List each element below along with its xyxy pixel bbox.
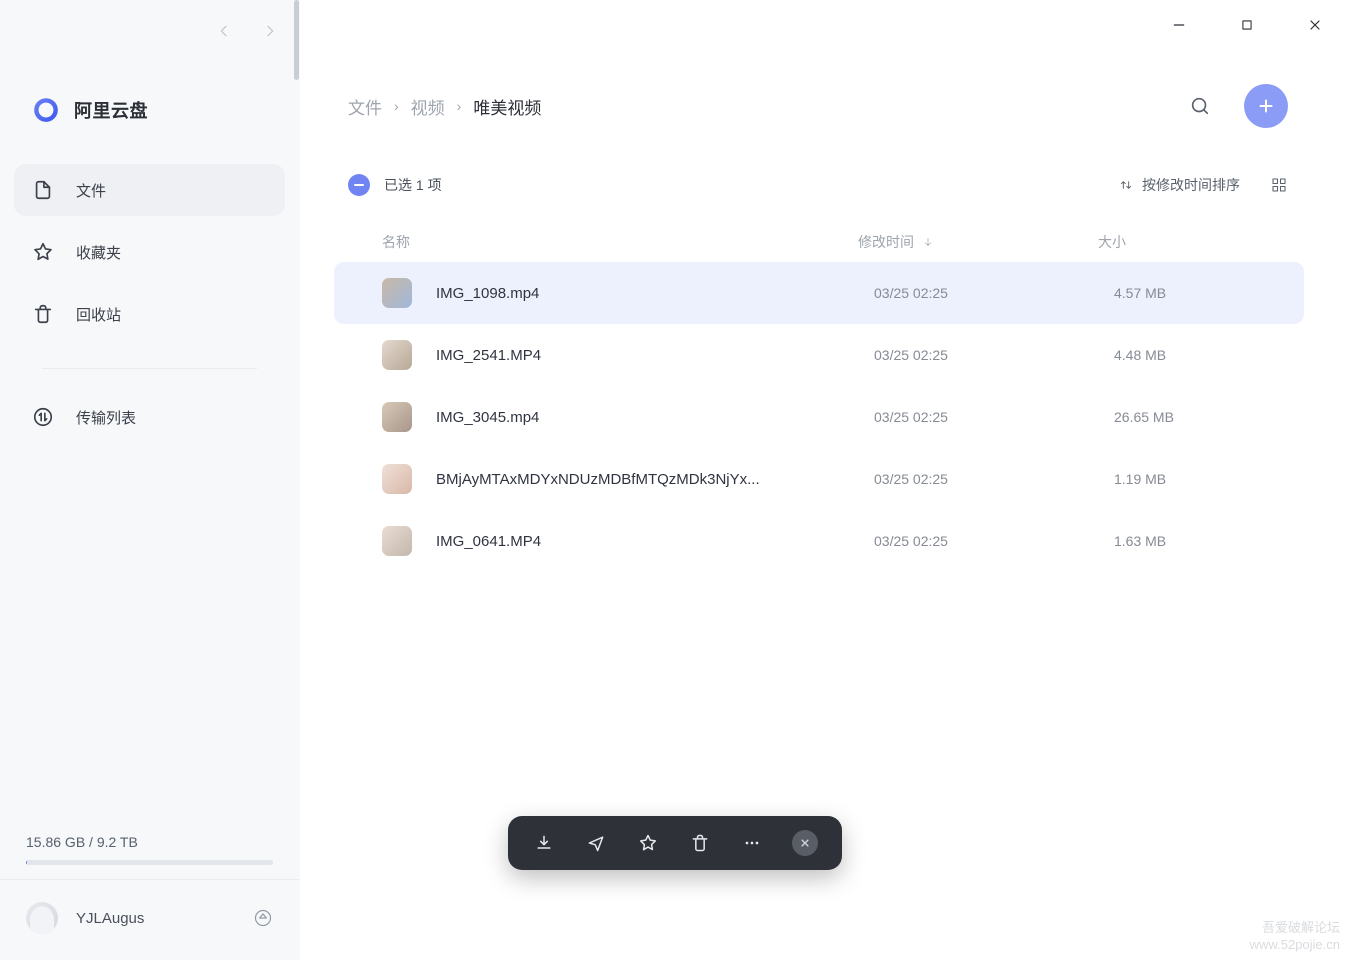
file-size: 4.57 MB xyxy=(1114,285,1304,301)
file-row[interactable]: BMjAyMTAxMDYxNDUzMDBfMTQzMDk3NjYx... 03/… xyxy=(334,448,1304,510)
add-button[interactable] xyxy=(1244,84,1288,128)
file-time: 03/25 02:25 xyxy=(874,285,1114,301)
header-row: 文件 › 视频 › 唯美视频 xyxy=(300,42,1350,128)
header-actions xyxy=(1188,84,1288,128)
file-name: IMG_2541.MP4 xyxy=(436,347,541,364)
list-controls: 按修改时间排序 xyxy=(1118,175,1288,195)
maximize-button[interactable] xyxy=(1238,16,1256,34)
transfer-icon xyxy=(32,406,54,428)
file-row[interactable]: IMG_3045.mp4 03/25 02:25 26.65 MB xyxy=(334,386,1304,448)
nav-forward-button[interactable] xyxy=(261,22,279,40)
avatar xyxy=(26,902,58,934)
breadcrumb-item[interactable]: 文件 xyxy=(348,94,382,119)
sidebar-menu: 文件 收藏夹 回收站 传输列表 xyxy=(0,164,299,443)
share-button[interactable] xyxy=(584,831,608,855)
file-thumbnail xyxy=(382,340,412,370)
sidebar-item-label: 收藏夹 xyxy=(76,242,121,263)
chevron-right-icon: › xyxy=(457,98,462,114)
sidebar-item-transfer[interactable]: 传输列表 xyxy=(14,391,285,443)
file-thumbnail xyxy=(382,278,412,308)
file-size: 1.19 MB xyxy=(1114,471,1304,487)
file-row[interactable]: IMG_0641.MP4 03/25 02:25 1.63 MB xyxy=(334,510,1304,572)
dismiss-button[interactable] xyxy=(792,830,818,856)
selection-text: 已选 1 项 xyxy=(384,175,442,195)
file-time: 03/25 02:25 xyxy=(874,533,1114,549)
download-button[interactable] xyxy=(532,831,556,855)
close-button[interactable] xyxy=(1306,16,1324,34)
sidebar-item-favorites[interactable]: 收藏夹 xyxy=(14,226,285,278)
file-size: 26.65 MB xyxy=(1114,409,1304,425)
user-row[interactable]: YJLAugus xyxy=(0,880,299,960)
sidebar-item-trash[interactable]: 回收站 xyxy=(14,288,285,340)
chevron-right-icon: › xyxy=(394,98,399,114)
window-controls xyxy=(300,0,1350,42)
sidebar-scrollbar[interactable] xyxy=(294,0,299,80)
storage-text: 15.86 GB / 9.2 TB xyxy=(26,834,273,850)
breadcrumb-current: 唯美视频 xyxy=(473,94,541,119)
sort-icon xyxy=(1118,177,1134,193)
nav-arrows xyxy=(215,22,299,40)
star-icon xyxy=(32,241,54,263)
file-row[interactable]: IMG_1098.mp4 03/25 02:25 4.57 MB xyxy=(334,262,1304,324)
file-time: 03/25 02:25 xyxy=(874,347,1114,363)
column-headers: 名称 修改时间 大小 xyxy=(300,196,1350,262)
breadcrumb: 文件 › 视频 › 唯美视频 xyxy=(348,94,541,119)
sidebar: 阿里云盘 文件 收藏夹 回收站 传输列表 xyxy=(0,0,300,960)
app-name: 阿里云盘 xyxy=(74,97,148,123)
file-size: 4.48 MB xyxy=(1114,347,1304,363)
file-time: 03/25 02:25 xyxy=(874,471,1114,487)
view-toggle-button[interactable] xyxy=(1270,176,1288,194)
app-logo: 阿里云盘 xyxy=(32,96,299,124)
user-name: YJLAugus xyxy=(76,910,235,927)
file-name: IMG_1098.mp4 xyxy=(436,285,539,302)
more-button[interactable] xyxy=(740,831,764,855)
search-button[interactable] xyxy=(1188,94,1212,118)
column-time[interactable]: 修改时间 xyxy=(858,232,1098,252)
delete-button[interactable] xyxy=(688,831,712,855)
file-name: IMG_3045.mp4 xyxy=(436,409,539,426)
file-thumbnail xyxy=(382,526,412,556)
sidebar-item-label: 传输列表 xyxy=(76,407,136,428)
file-list: IMG_1098.mp4 03/25 02:25 4.57 MB IMG_254… xyxy=(300,262,1350,572)
sidebar-item-label: 回收站 xyxy=(76,304,121,325)
file-icon xyxy=(32,179,54,201)
breadcrumb-item[interactable]: 视频 xyxy=(411,94,445,119)
sidebar-item-label: 文件 xyxy=(76,180,106,201)
file-thumbnail xyxy=(382,464,412,494)
column-size[interactable]: 大小 xyxy=(1098,232,1288,252)
favorite-button[interactable] xyxy=(636,831,660,855)
minimize-button[interactable] xyxy=(1170,16,1188,34)
file-time: 03/25 02:25 xyxy=(874,409,1114,425)
storage-bar xyxy=(26,860,273,865)
selection-action-bar xyxy=(508,816,842,870)
grid-icon xyxy=(1270,176,1288,194)
selection-row: 已选 1 项 按修改时间排序 xyxy=(300,128,1350,196)
selection-indicator-icon[interactable] xyxy=(348,174,370,196)
sidebar-item-files[interactable]: 文件 xyxy=(14,164,285,216)
column-name[interactable]: 名称 xyxy=(382,232,858,252)
storage-indicator: 15.86 GB / 9.2 TB xyxy=(0,834,299,879)
sidebar-divider xyxy=(42,368,257,369)
trash-icon xyxy=(32,303,54,325)
sort-button[interactable]: 按修改时间排序 xyxy=(1118,175,1240,195)
file-name: IMG_0641.MP4 xyxy=(436,533,541,550)
file-thumbnail xyxy=(382,402,412,432)
sync-icon[interactable] xyxy=(253,908,273,928)
sort-label: 按修改时间排序 xyxy=(1142,175,1240,195)
arrow-down-icon xyxy=(922,236,934,248)
file-size: 1.63 MB xyxy=(1114,533,1304,549)
logo-icon xyxy=(32,96,60,124)
file-row[interactable]: IMG_2541.MP4 03/25 02:25 4.48 MB xyxy=(334,324,1304,386)
file-name: BMjAyMTAxMDYxNDUzMDBfMTQzMDk3NjYx... xyxy=(436,471,760,488)
nav-back-button[interactable] xyxy=(215,22,233,40)
